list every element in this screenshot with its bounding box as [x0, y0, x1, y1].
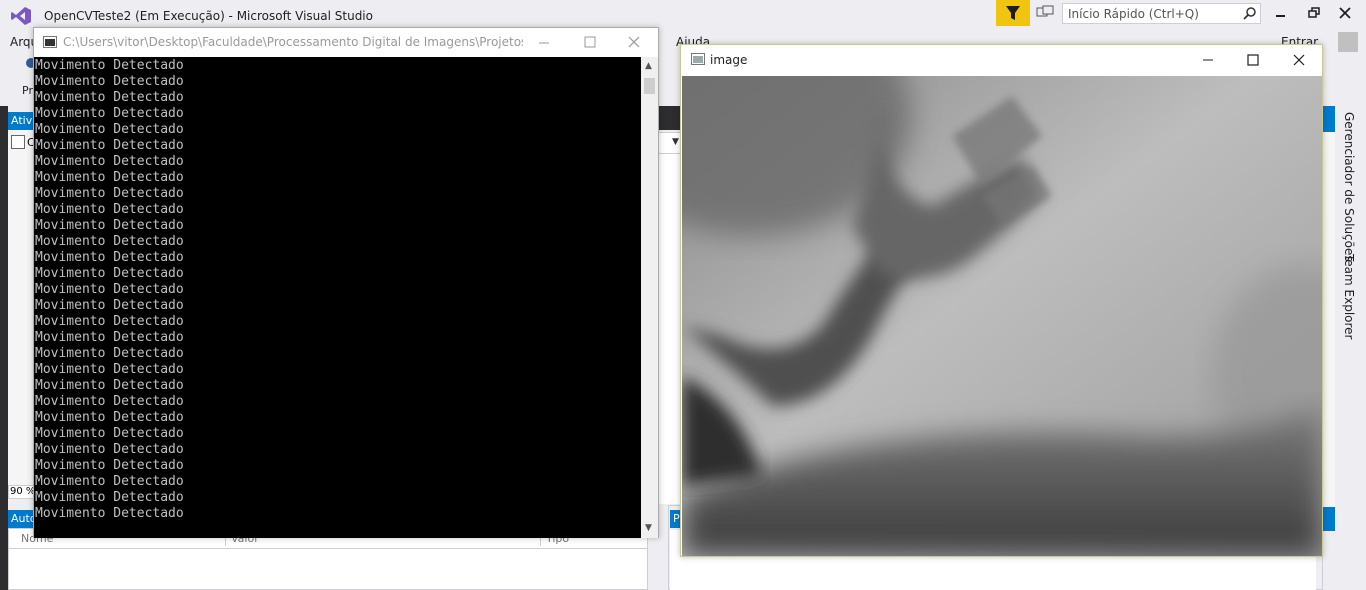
console-line: Movimento Detectado: [35, 394, 184, 409]
console-line: Movimento Detectado: [35, 378, 184, 393]
console-line: Movimento Detectado: [35, 106, 184, 121]
console-line: Movimento Detectado: [35, 234, 184, 249]
console-line: Movimento Detectado: [35, 426, 184, 441]
console-line: Movimento Detectado: [35, 186, 184, 201]
filter-icon: [1006, 6, 1020, 20]
right-dock-tabs: Gerenciador de Soluções Team Explorer: [1335, 106, 1366, 590]
console-line: Movimento Detectado: [35, 362, 184, 377]
console-line: Movimento Detectado: [35, 506, 184, 521]
toolbar-process-label: Pr: [22, 84, 33, 97]
quick-launch-placeholder: Início Rápido (Ctrl+Q): [1068, 7, 1199, 21]
image-window-title-bar[interactable]: image: [681, 45, 1322, 76]
console-app-icon: [43, 36, 57, 48]
console-title-bar[interactable]: C:\Users\vitor\Desktop\Faculdade\Process…: [34, 28, 658, 57]
window-title: OpenCVTeste2 (Em Execução) - Microsoft V…: [44, 9, 373, 23]
visual-studio-logo-icon: [11, 7, 31, 25]
console-line: Movimento Detectado: [35, 170, 184, 185]
chevron-down-icon: ▼: [672, 137, 679, 147]
tab-solution-explorer[interactable]: Gerenciador de Soluções: [1342, 112, 1356, 262]
console-line: Movimento Detectado: [35, 202, 184, 217]
left-dock-edge: [0, 106, 8, 590]
tab-team-explorer[interactable]: Team Explorer: [1342, 254, 1356, 340]
console-line: Movimento Detectado: [35, 442, 184, 457]
console-line: Movimento Detectado: [35, 122, 184, 137]
panel-item-icon: [11, 135, 25, 149]
image-app-icon: [691, 53, 705, 65]
console-title: C:\Users\vitor\Desktop\Faculdade\Process…: [63, 35, 523, 49]
console-line: Movimento Detectado: [35, 154, 184, 169]
avatar[interactable]: [1338, 32, 1358, 52]
center-dock-edge: [658, 106, 682, 130]
console-line: Movimento Detectado: [35, 58, 184, 73]
feedback-filter-button[interactable]: [996, 0, 1030, 26]
image-window: image: [680, 44, 1323, 557]
console-line: Movimento Detectado: [35, 298, 184, 313]
console-line: Movimento Detectado: [35, 346, 184, 361]
console-line: Movimento Detectado: [35, 90, 184, 105]
console-scrollbar[interactable]: [641, 57, 658, 538]
solution-explorer-close-strip[interactable]: [1323, 106, 1335, 132]
console-line: Movimento Detectado: [35, 490, 184, 505]
console-output[interactable]: Movimento Detectado Movimento Detectado Mo…: [34, 57, 641, 538]
search-icon: [1243, 7, 1256, 20]
console-line: Movimento Detectado: [35, 250, 184, 265]
scroll-up-icon[interactable]: ▲: [645, 61, 652, 71]
console-line: Movimento Detectado: [35, 458, 184, 473]
console-lines: Movimento Detectado Movimento Detectado Mo…: [35, 58, 184, 522]
maximize-icon[interactable]: [582, 34, 598, 50]
console-line: Movimento Detectado: [35, 138, 184, 153]
right-tool-panel: [1323, 132, 1335, 507]
minimize-icon[interactable]: [1200, 52, 1216, 68]
restore-icon[interactable]: [1306, 5, 1322, 21]
close-icon[interactable]: [626, 34, 642, 50]
close-icon[interactable]: [1291, 52, 1307, 68]
vs-title-bar: OpenCVTeste2 (Em Execução) - Microsoft V…: [0, 0, 1366, 30]
image-window-title: image: [710, 53, 748, 67]
camera-frame-image: [682, 76, 1322, 556]
minimize-icon[interactable]: [536, 34, 552, 50]
console-line: Movimento Detectado: [35, 410, 184, 425]
console-window: C:\Users\vitor\Desktop\Faculdade\Process…: [33, 27, 659, 538]
scroll-down-icon[interactable]: ▼: [645, 523, 652, 533]
notification-icon[interactable]: [1036, 5, 1054, 21]
close-icon[interactable]: [1337, 5, 1353, 21]
bottom-right-close-strip[interactable]: [1323, 507, 1335, 531]
scrollbar-thumb[interactable]: [644, 78, 655, 94]
console-line: Movimento Detectado: [35, 330, 184, 345]
console-line: Movimento Detectado: [35, 266, 184, 281]
quick-launch-input[interactable]: Início Rápido (Ctrl+Q): [1062, 3, 1261, 24]
console-line: Movimento Detectado: [35, 314, 184, 329]
minimize-icon[interactable]: [1273, 5, 1289, 21]
console-line: Movimento Detectado: [35, 74, 184, 89]
editor-area: [658, 154, 682, 504]
console-line: Movimento Detectado: [35, 282, 184, 297]
console-line: Movimento Detectado: [35, 218, 184, 233]
maximize-icon[interactable]: [1245, 52, 1261, 68]
autos-header-divider: [8, 548, 648, 549]
console-line: Movimento Detectado: [35, 474, 184, 489]
